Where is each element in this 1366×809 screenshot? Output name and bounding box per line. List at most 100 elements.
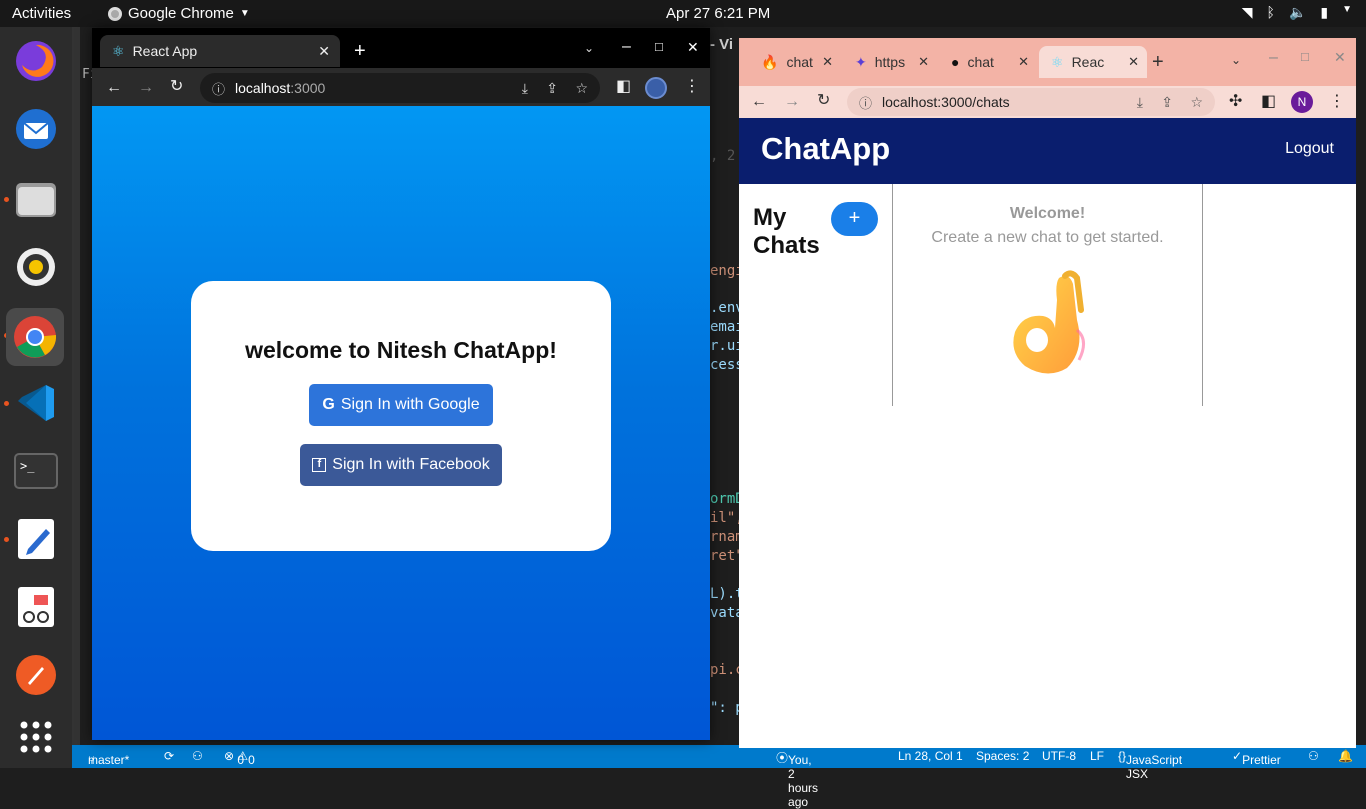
facebook-icon: f: [312, 458, 327, 472]
battery-icon: ▮: [1320, 4, 1329, 20]
url-port: :3000: [290, 80, 326, 96]
brand-title[interactable]: ChatApp: [761, 131, 890, 167]
bluetooth-icon: ᛒ: [1266, 4, 1275, 20]
add-chat-button[interactable]: +: [831, 202, 878, 236]
chrome-window-chats: 🔥 chat ✕ ✦ https ✕ ● chat ✕ ⚛ Reac ✕ + ⌄ – □ ✕ ← → …: [739, 38, 1356, 748]
address-bar[interactable]: ⓘ localhost:3000 ⤓ ⇪ ☆: [200, 73, 600, 103]
toolbar: ← → ↻ ⓘ localhost:3000 ⤓ ⇪ ☆ ◧ ⋮: [92, 68, 710, 108]
tab-label: chat: [786, 54, 813, 70]
chrome-icon[interactable]: [6, 308, 64, 366]
files-icon[interactable]: [10, 173, 62, 225]
maximize-icon[interactable]: □: [655, 40, 663, 53]
react-icon: ⚛: [1051, 53, 1064, 70]
back-icon[interactable]: ←: [106, 80, 122, 96]
minimize-icon[interactable]: –: [1269, 50, 1278, 66]
reload-icon[interactable]: ↻: [817, 93, 830, 109]
prettier-item[interactable]: ✓ Prettier: [1232, 749, 1281, 767]
close-tab-icon[interactable]: ✕: [1018, 54, 1029, 70]
my-chats-heading: My Chats: [753, 204, 820, 259]
menu-icon[interactable]: ⋮: [1329, 94, 1345, 110]
app-menu[interactable]: Google Chrome ▼: [108, 5, 250, 22]
close-tab-icon[interactable]: ✕: [1128, 54, 1139, 70]
system-tray[interactable]: ◥ ᛒ 🔈 ▮ ▼: [1242, 4, 1352, 21]
tab-4[interactable]: ⚛ Reac ✕: [1039, 46, 1147, 78]
url-host: localhost: [235, 80, 291, 96]
back-icon[interactable]: ←: [751, 94, 767, 110]
reload-icon[interactable]: ↻: [170, 79, 183, 95]
side-panel-icon[interactable]: ◧: [616, 79, 631, 95]
postman-icon[interactable]: [10, 649, 62, 701]
maximize-icon[interactable]: □: [1301, 50, 1309, 63]
vscode-icon[interactable]: [10, 377, 62, 429]
accounts-icon[interactable]: ⚇: [1308, 749, 1319, 763]
avatar[interactable]: [645, 77, 667, 99]
new-tab-icon[interactable]: +: [354, 41, 366, 61]
problems-item[interactable]: ⊗ 0 ⚠ 0: [224, 749, 255, 767]
google-icon: G: [322, 396, 335, 413]
install-icon[interactable]: ⤓: [522, 80, 528, 97]
encoding[interactable]: UTF-8: [1042, 749, 1076, 763]
prettier-label: Prettier: [1242, 753, 1281, 767]
blame-item[interactable]: ⦿ You, 2 hours ago: [776, 749, 818, 809]
notifications-icon[interactable]: 🔔: [1338, 749, 1353, 763]
live-share-icon[interactable]: ⚇: [192, 749, 203, 763]
chat-layout: My Chats + Welcome! Create a new chat to…: [739, 184, 1356, 406]
sync-icon[interactable]: ⟳: [164, 749, 174, 763]
text-editor-icon[interactable]: [10, 513, 62, 565]
info-icon: ⓘ: [859, 95, 873, 111]
close-tab-icon[interactable]: ✕: [918, 54, 929, 70]
tab-3[interactable]: ● chat ✕: [939, 46, 1037, 78]
tab-1[interactable]: 🔥 chat ✕: [749, 46, 841, 78]
activity-bar-edge: [72, 27, 80, 745]
forward-icon[interactable]: →: [138, 80, 154, 96]
close-window-icon[interactable]: ✕: [687, 40, 699, 54]
puzzle-icon: ✦: [855, 53, 867, 70]
install-icon[interactable]: ⤓: [1137, 94, 1143, 111]
tab-react-app[interactable]: ⚛ React App ✕: [100, 35, 340, 67]
language-mode[interactable]: {} JavaScript JSX: [1118, 749, 1182, 781]
firefox-icon[interactable]: [10, 35, 62, 87]
logout-button[interactable]: Logout: [1285, 140, 1334, 158]
side-panel-icon[interactable]: ◧: [1261, 94, 1276, 110]
new-tab-icon[interactable]: +: [1152, 52, 1164, 72]
share-icon[interactable]: ⇪: [1161, 94, 1173, 111]
rhythmbox-icon[interactable]: [10, 241, 62, 293]
app-navbar: ChatApp Logout: [739, 118, 1356, 184]
thunderbird-icon[interactable]: [10, 103, 62, 155]
tab-strip: ⚛ React App ✕ + ⌄ – □ ✕: [92, 28, 710, 68]
welcome-title: Welcome!: [1009, 205, 1086, 222]
tab-search-icon[interactable]: ⌄: [1231, 54, 1241, 66]
card-title: welcome to Nitesh ChatApp!: [245, 337, 557, 363]
divider-right: [1202, 184, 1203, 406]
close-tab-icon[interactable]: ✕: [822, 54, 833, 70]
address-bar-2[interactable]: ⓘ localhost:3000/chats ⤓ ⇪ ☆: [847, 88, 1215, 116]
minimize-icon[interactable]: –: [622, 39, 631, 55]
line-ending[interactable]: LF: [1090, 749, 1104, 763]
dock: >_: [0, 27, 72, 768]
activities-button[interactable]: Activities: [12, 5, 71, 22]
forward-icon[interactable]: →: [784, 94, 800, 110]
tab-label: https: [874, 54, 906, 70]
google-signin-button[interactable]: G Sign In with Google: [309, 384, 493, 426]
share-icon[interactable]: ⇪: [546, 80, 558, 97]
bookmark-icon[interactable]: ☆: [575, 80, 588, 97]
profile-avatar[interactable]: N: [1291, 91, 1313, 113]
bookmark-icon[interactable]: ☆: [1190, 94, 1203, 111]
toolbar-2: ← → ↻ ⓘ localhost:3000/chats ⤓ ⇪ ☆ ✣ ◧ N…: [739, 86, 1356, 118]
close-window-icon[interactable]: ✕: [1334, 50, 1346, 64]
chevron-down-icon: ▼: [1342, 4, 1352, 15]
tab-search-icon[interactable]: ⌄: [584, 42, 594, 54]
menu-icon[interactable]: ⋮: [684, 79, 700, 95]
login-page: welcome to Nitesh ChatApp! G Sign In wit…: [92, 106, 710, 740]
cursor-position[interactable]: Ln 28, Col 1: [898, 749, 963, 763]
extensions-icon[interactable]: ✣: [1229, 94, 1242, 110]
tab-2[interactable]: ✦ https ✕: [843, 46, 937, 78]
terminal-icon[interactable]: >_: [10, 445, 62, 497]
facebook-signin-button[interactable]: f Sign In with Facebook: [300, 444, 502, 486]
chrome-window-login: ⚛ React App ✕ + ⌄ – □ ✕ ← → ↻ ⓘ localhos…: [92, 28, 710, 740]
app-grid-icon[interactable]: [10, 711, 62, 763]
clock[interactable]: Apr 27 6:21 PM: [666, 5, 770, 22]
document-viewer-icon[interactable]: [10, 581, 62, 633]
indentation[interactable]: Spaces: 2: [976, 749, 1029, 763]
close-tab-icon[interactable]: ✕: [318, 43, 330, 60]
